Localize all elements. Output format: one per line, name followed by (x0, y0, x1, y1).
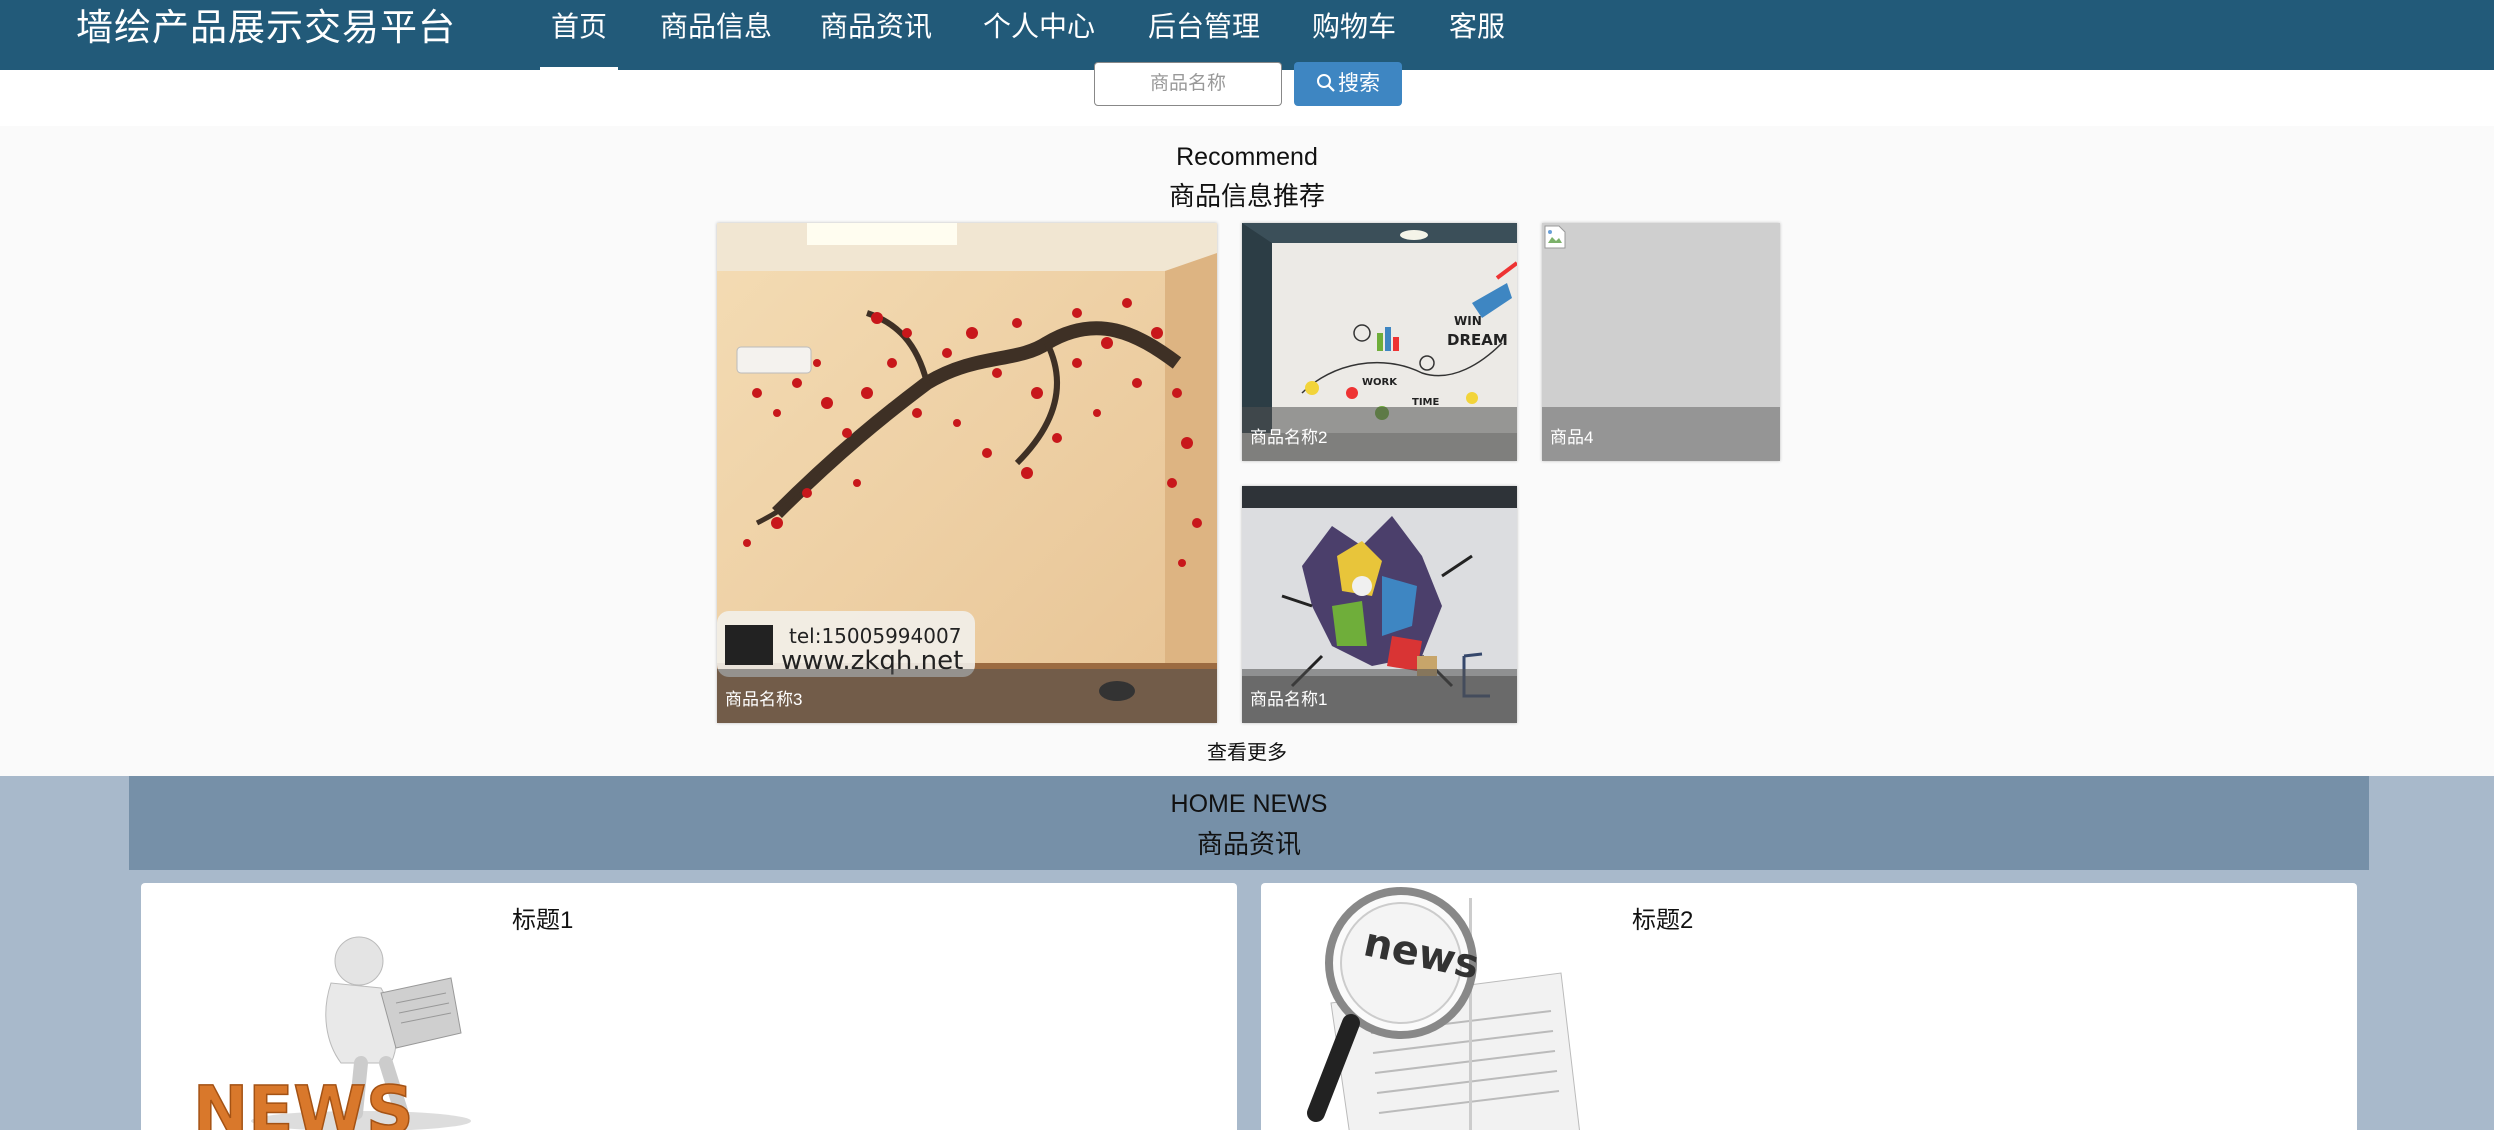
product-card-4[interactable]: 商品4 (1542, 223, 1780, 461)
news-title: 标题1 (512, 907, 574, 934)
nav-item-product-news[interactable]: 商品资讯 (820, 6, 932, 70)
product-caption: 商品名称2 (1242, 407, 1517, 461)
product-card-3[interactable]: tel:15005994007 www.zkqh.net 商品名称3 (717, 223, 1217, 723)
doodle-word-work: WORK (1362, 377, 1398, 388)
product-image-plum-blossom: tel:15005994007 www.zkqh.net (717, 223, 1217, 723)
product-card-1[interactable]: 商品名称1 (1242, 486, 1517, 723)
news-image-word: NEWS (193, 1072, 414, 1130)
news-card-2[interactable]: news 标题2 (1261, 883, 2357, 1130)
nav-item-personal-center[interactable]: 个人中心 (983, 6, 1095, 70)
search-button[interactable]: 搜索 (1294, 62, 1402, 106)
search-icon (1317, 74, 1335, 92)
nav-item-products[interactable]: 商品信息 (660, 6, 772, 70)
nav-item-cart[interactable]: 购物车 (1312, 6, 1396, 70)
product-caption: 商品名称1 (1242, 669, 1517, 723)
product-caption: 商品名称3 (717, 669, 1217, 723)
search-button-label: 搜索 (1338, 72, 1380, 95)
news-image-magnifier: news (1307, 887, 1580, 1130)
recommend-title-en: Recommend (1176, 143, 1318, 171)
recommend-title-cn: 商品信息推荐 (1168, 181, 1325, 211)
news-card-1[interactable]: NEWS 标题1 (141, 883, 1237, 1130)
broken-image-icon (1544, 225, 1566, 249)
nav-item-customer-service[interactable]: 客服 (1449, 6, 1505, 70)
image-watermark-tel: tel:15005994007 (789, 624, 961, 648)
search-bar: 商品名称 搜索 (0, 62, 2494, 126)
doodle-word-dream: DREAM (1447, 331, 1508, 349)
product-card-2[interactable]: DREAM WORK TIME WIN 商品名称2 (1242, 223, 1517, 461)
site-title[interactable]: 墙绘产品展示交易平台 (76, 4, 456, 52)
news-title-en: HOME NEWS (1170, 790, 1328, 818)
nav-item-home[interactable]: 首页 (540, 6, 618, 70)
view-more-link[interactable]: 查看更多 (0, 736, 2494, 765)
news-image-reading-figure: NEWS (192, 936, 471, 1130)
news-title-cn: 商品资讯 (1196, 829, 1301, 859)
nav-item-admin[interactable]: 后台管理 (1148, 6, 1260, 70)
top-navbar: 墙绘产品展示交易平台 首页 商品信息 商品资讯 个人中心 后台管理 购物车 客服 (0, 0, 2494, 70)
news-title: 标题2 (1632, 907, 1694, 934)
doodle-word-win: WIN (1454, 314, 1482, 328)
search-input[interactable]: 商品名称 (1094, 62, 1282, 106)
product-caption: 商品4 (1542, 407, 1780, 461)
